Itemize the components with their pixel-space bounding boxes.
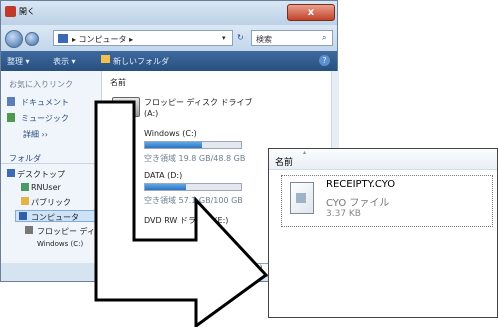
- tree-item-desktop[interactable]: デスクトップ: [17, 169, 65, 180]
- column-header-name[interactable]: 名前: [110, 77, 126, 88]
- details-link[interactable]: 詳細 ››: [23, 129, 48, 140]
- tree-item-rnuser[interactable]: RNUser: [31, 183, 61, 192]
- search-input[interactable]: 検索 ⌕: [251, 30, 333, 46]
- tree-item-floppy[interactable]: フロッピー ディ: [37, 226, 95, 237]
- chevron-down-icon[interactable]: ▾: [222, 34, 226, 42]
- tree-item-public[interactable]: パブリック: [31, 197, 71, 208]
- user-folder-icon: [21, 183, 29, 191]
- file-type: CYO ファイル: [326, 198, 390, 209]
- drive-d-usage-fill: [145, 184, 187, 190]
- app-icon: [5, 6, 16, 17]
- nav-documents[interactable]: ドキュメント: [21, 97, 69, 108]
- file-size: 3.37 KB: [326, 209, 361, 219]
- documents-icon: [7, 97, 15, 106]
- toolbar: 整理 ▾ 表示 ▾ 新しいフォルダ ?: [1, 51, 337, 71]
- address-bar[interactable]: ▸ コンピュータ ▸ ▾: [53, 30, 233, 46]
- floppy-icon: [25, 226, 33, 234]
- help-button[interactable]: ?: [319, 55, 330, 66]
- address-path: ▸ コンピュータ ▸: [72, 35, 134, 44]
- drive-d-name[interactable]: DATA (D:): [144, 171, 182, 180]
- refresh-icon[interactable]: ↻: [237, 33, 244, 42]
- zoom-column-header: 名前 ▴: [269, 149, 497, 170]
- drive-c-usage-bar: [144, 141, 242, 149]
- view-button[interactable]: 表示 ▾: [53, 56, 76, 67]
- drive-d-usage-bar: [144, 183, 242, 191]
- public-folder-icon: [21, 197, 29, 205]
- navigation-pane: お気に入りリンク ドキュメント ミュージック 詳細 ›› フォルダ デスクトップ…: [1, 71, 101, 281]
- title-bar: 開く x: [1, 1, 337, 25]
- organize-button[interactable]: 整理 ▾: [7, 56, 30, 67]
- favorites-header: お気に入りリンク: [9, 80, 73, 89]
- drive-d-free: 空き領域 57.1 GB/100 GB: [144, 196, 243, 205]
- floppy-drive-name[interactable]: フロッピー ディスク ドライブ: [144, 97, 253, 108]
- floppy-drive-letter: (A:): [144, 109, 159, 118]
- computer-icon: [58, 34, 68, 43]
- tree-item-computer[interactable]: コンピュータ: [31, 212, 79, 223]
- drive-c-usage-fill: [145, 142, 202, 148]
- new-folder-button[interactable]: 新しいフォルダ: [113, 56, 169, 67]
- back-button[interactable]: [5, 30, 23, 48]
- window-title: 開く: [19, 7, 35, 16]
- drive-c-free: 空き領域 19.8 GB/48.8 GB: [144, 154, 246, 163]
- selected-file-item[interactable]: RECEIPTY.CYO CYO ファイル 3.37 KB: [281, 175, 493, 227]
- folder-icon: [101, 55, 110, 63]
- sort-arrow-icon: ▴: [303, 149, 307, 156]
- address-row: ▸ コンピュータ ▸ ▾ ↻ 検索 ⌕: [1, 25, 337, 51]
- drive-c-name[interactable]: Windows (C:): [144, 129, 197, 138]
- divider: [1, 163, 101, 164]
- nav-music[interactable]: ミュージック: [21, 113, 69, 124]
- zoomed-file-panel: 名前 ▴ RECEIPTY.CYO CYO ファイル 3.37 KB: [268, 148, 498, 318]
- search-placeholder: 検索: [256, 35, 272, 44]
- file-icon: [290, 182, 314, 214]
- desktop-icon: [7, 169, 15, 177]
- floppy-drive-icon: [112, 97, 140, 117]
- computer-icon: [19, 212, 27, 220]
- search-icon[interactable]: ⌕: [322, 33, 326, 43]
- zoom-column-name[interactable]: 名前: [275, 155, 293, 168]
- dvd-drive-name[interactable]: DVD RW ドライブ (E:): [144, 215, 228, 226]
- file-name: RECEIPTY.CYO: [326, 179, 396, 190]
- tree-item-windows-c[interactable]: Windows (C:): [37, 240, 83, 248]
- forward-button[interactable]: [25, 32, 39, 46]
- close-button[interactable]: x: [287, 4, 335, 21]
- music-icon: [7, 113, 15, 122]
